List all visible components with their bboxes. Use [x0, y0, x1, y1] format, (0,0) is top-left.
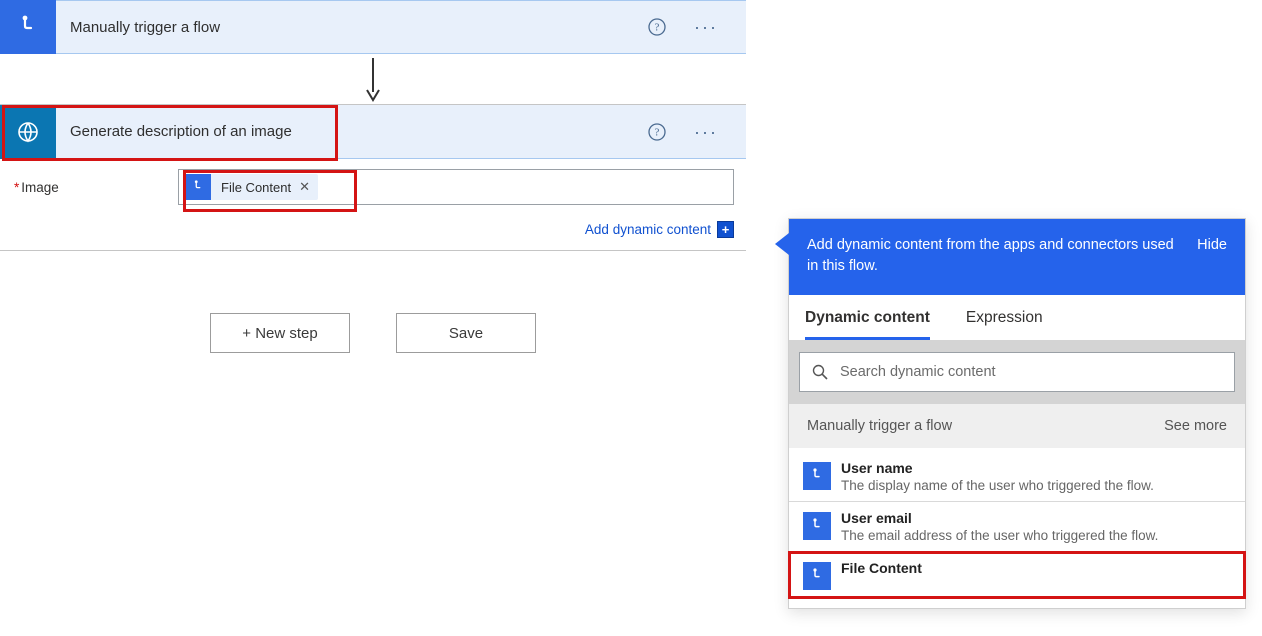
touch-icon	[803, 462, 831, 490]
touch-icon	[185, 174, 211, 200]
new-step-button[interactable]: + New step	[210, 313, 350, 353]
dynamic-content-panel: Add dynamic content from the apps and co…	[788, 218, 1246, 609]
flow-arrow	[0, 54, 746, 104]
action-step[interactable]: Generate description of an image ? ···	[0, 105, 746, 159]
help-icon[interactable]: ?	[648, 123, 666, 141]
search-box[interactable]	[799, 352, 1235, 392]
search-icon	[812, 364, 828, 380]
callout-arrow-icon	[775, 233, 789, 255]
list-item-user-name[interactable]: User name The display name of the user w…	[789, 452, 1245, 502]
tab-dynamic-content[interactable]: Dynamic content	[805, 309, 930, 340]
more-icon[interactable]: ···	[694, 22, 718, 32]
action-icon	[0, 105, 56, 159]
section-header: Manually trigger a flow See more	[789, 404, 1245, 448]
remove-token-icon[interactable]: ✕	[299, 179, 318, 195]
tab-expression[interactable]: Expression	[966, 309, 1043, 340]
trigger-step[interactable]: Manually trigger a flow ? ···	[0, 0, 746, 54]
trigger-icon	[0, 0, 56, 54]
section-title: Manually trigger a flow	[807, 418, 952, 434]
trigger-title: Manually trigger a flow	[56, 19, 648, 36]
panel-tabs: Dynamic content Expression	[789, 295, 1245, 340]
list-item-user-email[interactable]: User email The email address of the user…	[789, 502, 1245, 552]
add-dynamic-content-link[interactable]: Add dynamic content	[585, 222, 711, 237]
panel-header: Add dynamic content from the apps and co…	[789, 219, 1245, 295]
add-dynamic-row: Add dynamic content +	[0, 215, 746, 250]
save-button[interactable]: Save	[396, 313, 536, 353]
search-input[interactable]	[840, 364, 1234, 380]
token-file-content[interactable]: File Content ✕	[185, 174, 318, 200]
hide-link[interactable]: Hide	[1197, 235, 1227, 256]
expand-dynamic-icon[interactable]: +	[717, 221, 734, 238]
param-label: *Image	[14, 180, 178, 195]
list-item-file-content[interactable]: File Content	[789, 552, 1245, 598]
svg-text:?: ?	[655, 126, 660, 138]
touch-icon	[803, 562, 831, 590]
more-icon[interactable]: ···	[694, 127, 718, 137]
dynamic-content-list: User name The display name of the user w…	[789, 448, 1245, 608]
help-icon[interactable]: ?	[648, 18, 666, 36]
touch-icon	[803, 512, 831, 540]
svg-text:?: ?	[655, 22, 660, 34]
see-more-link[interactable]: See more	[1164, 418, 1227, 434]
action-title: Generate description of an image	[56, 123, 648, 140]
param-row-image: *Image File Content ✕	[0, 159, 746, 215]
image-input-field[interactable]: File Content ✕	[178, 169, 734, 205]
